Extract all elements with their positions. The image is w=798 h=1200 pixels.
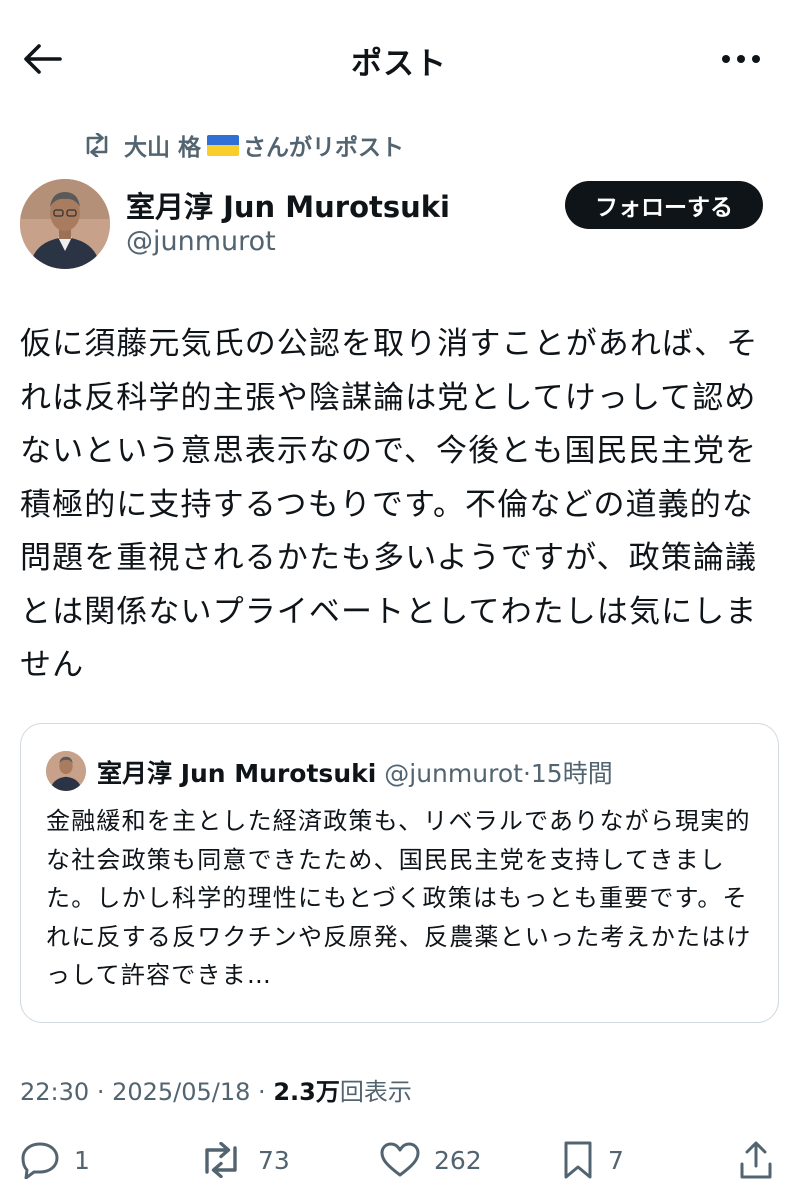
post-text: 仮に須藤元気氏の公認を取り消すことがあれば、それは反科学的主張や陰謀論は党として… <box>20 326 759 683</box>
repost-count: 73 <box>258 1145 290 1175</box>
reposter-name: 大山 格 <box>124 135 202 161</box>
share-icon <box>740 1141 772 1179</box>
bookmark-icon <box>564 1141 592 1179</box>
action-bar: 1 73 262 7 <box>0 1132 798 1188</box>
reply-button[interactable]: 1 <box>20 1140 90 1180</box>
views-count: 2.3万 <box>273 1078 340 1106</box>
heart-icon <box>380 1142 420 1177</box>
bookmark-count: 7 <box>608 1145 624 1175</box>
quoted-author-avatar <box>46 751 86 791</box>
follow-button[interactable]: フォローする <box>565 181 763 229</box>
page-title: ポスト <box>351 46 447 82</box>
bookmark-button[interactable]: 7 <box>562 1140 624 1180</box>
reply-count: 1 <box>74 1145 90 1175</box>
ukraine-flag-icon <box>207 134 240 156</box>
top-bar: ポスト <box>0 0 798 118</box>
author-name[interactable]: 室月淳 Jun Murotsuki <box>126 184 450 226</box>
quoted-post-time: 15時間 <box>530 759 613 788</box>
quoted-post-card[interactable]: 室月淳 Jun Murotsuki @junmurot·15時間 金融緩和を主と… <box>20 723 779 1023</box>
post-metadata: 22:30 · 2025/05/18 · 2.3万回表示 <box>20 1078 412 1106</box>
quoted-post-header: 室月淳 Jun Murotsuki @junmurot·15時間 <box>97 759 613 788</box>
repost-suffix: さんがリポスト <box>243 135 405 161</box>
views-label: 回表示 <box>339 1078 412 1106</box>
repost-icon <box>86 133 108 157</box>
post-time: 22:30 <box>20 1078 90 1106</box>
like-button[interactable]: 262 <box>380 1140 482 1180</box>
quoted-author-handle: @junmurot <box>384 759 523 788</box>
like-count: 262 <box>434 1145 482 1175</box>
repost-indicator[interactable]: 大山 格 さんがリポスト <box>82 128 404 162</box>
share-button[interactable] <box>738 1140 788 1180</box>
repost-icon <box>205 1142 237 1178</box>
repost-button[interactable]: 73 <box>198 1140 290 1180</box>
author-handle[interactable]: @junmurot <box>126 226 276 257</box>
post-date: 2025/05/18 <box>112 1078 251 1106</box>
quoted-author-name: 室月淳 Jun Murotsuki <box>97 759 377 788</box>
more-horizontal-icon <box>722 55 760 63</box>
reply-icon <box>21 1142 59 1179</box>
quoted-post-text: 金融緩和を主とした経済政策も、リベラルでありながら現実的な社会政策も同意できたた… <box>46 807 752 989</box>
more-button[interactable] <box>714 38 768 80</box>
author-avatar[interactable] <box>20 179 110 269</box>
